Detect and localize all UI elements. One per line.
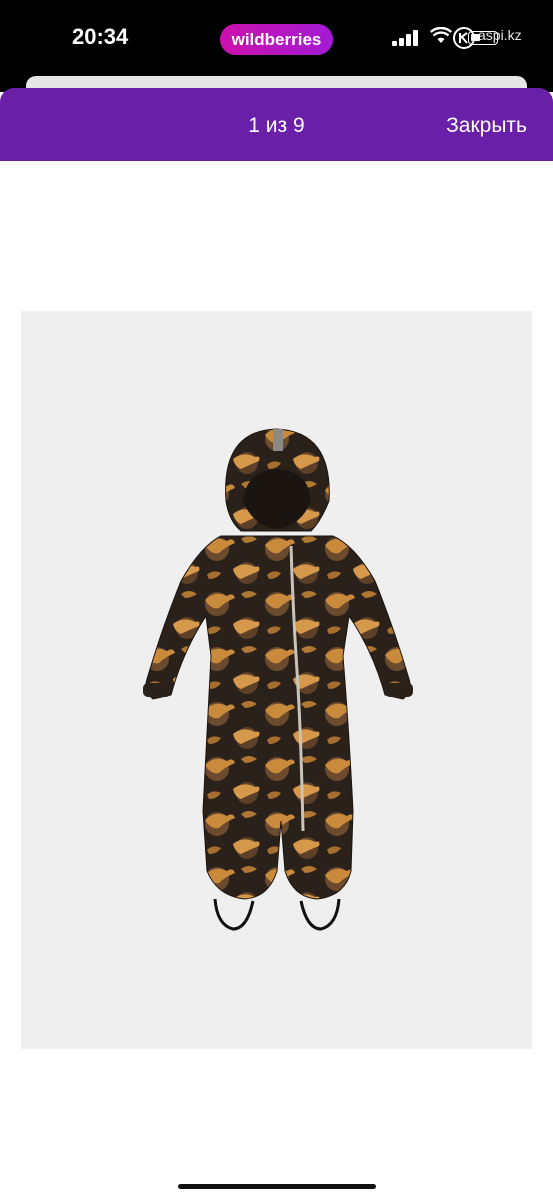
watermark-text: aspi.kz	[478, 27, 522, 43]
viewer-header: 1 из 9 Закрыть	[0, 88, 553, 161]
wildberries-badge[interactable]: wildberries	[220, 24, 333, 55]
product-image[interactable]	[21, 311, 532, 1049]
close-button[interactable]: Закрыть	[446, 114, 527, 138]
wifi-icon	[430, 27, 452, 43]
cellular-signal-icon	[392, 30, 420, 46]
home-indicator[interactable]	[178, 1184, 376, 1189]
status-time: 20:34	[72, 24, 129, 49]
overall-illustration	[143, 428, 413, 931]
